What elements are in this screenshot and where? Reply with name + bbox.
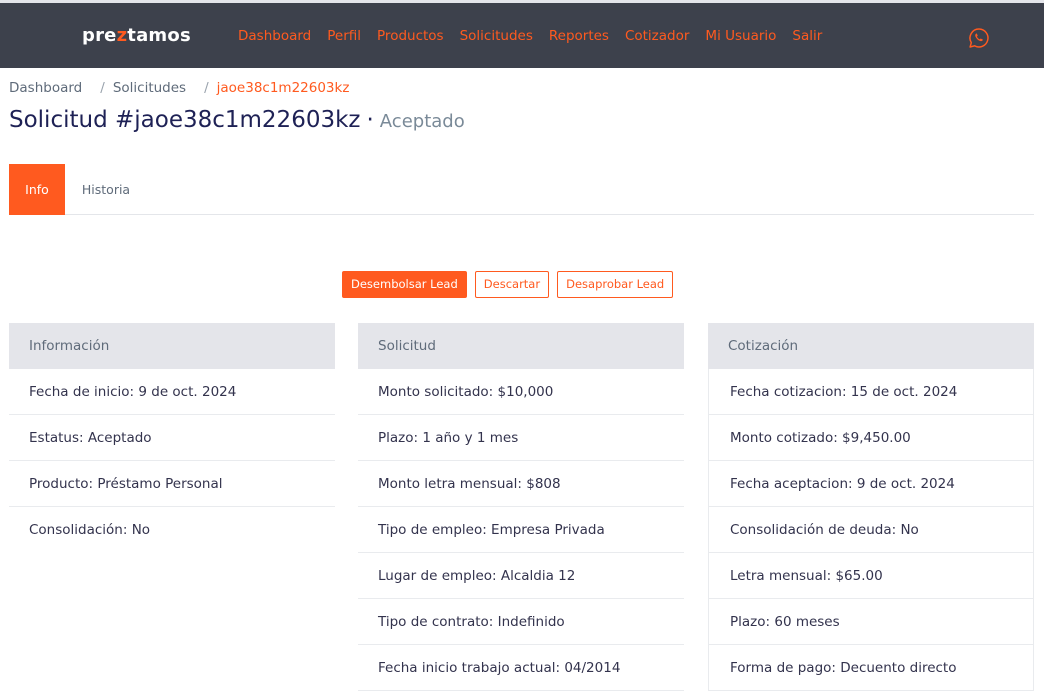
title-dot: · bbox=[366, 107, 374, 133]
card-title: Información bbox=[9, 323, 335, 369]
card-title: Cotización bbox=[708, 323, 1034, 369]
nav-productos[interactable]: Productos bbox=[369, 28, 452, 44]
request-card: Solicitud Monto solicitado: $10,000 Plaz… bbox=[358, 323, 684, 691]
breadcrumb-current: jaoe38c1m22603kz bbox=[216, 80, 350, 96]
disburse-lead-button[interactable]: Desembolsar Lead bbox=[342, 271, 467, 298]
breadcrumb-dashboard[interactable]: Dashboard bbox=[9, 80, 82, 96]
list-item: Fecha cotizacion: 15 de oct. 2024 bbox=[708, 369, 1034, 415]
list-item: Tipo de contrato: Indefinido bbox=[358, 599, 684, 645]
list-item: Consolidación de deuda: No bbox=[708, 507, 1034, 553]
breadcrumb-separator: / bbox=[100, 80, 105, 96]
status-label: Aceptado bbox=[379, 111, 465, 132]
list-item: Monto letra mensual: $808 bbox=[358, 461, 684, 507]
whatsapp-icon[interactable] bbox=[968, 27, 990, 49]
top-navbar: preztamos Dashboard Perfil Productos Sol… bbox=[0, 0, 1044, 68]
list-item: Estatus: Aceptado bbox=[9, 415, 335, 461]
page-title-text: Solicitud #jaoe38c1m22603kz bbox=[9, 107, 361, 133]
tab-historia[interactable]: Historia bbox=[73, 164, 139, 215]
logo[interactable]: preztamos bbox=[82, 25, 191, 46]
list-item: Monto solicitado: $10,000 bbox=[358, 369, 684, 415]
tab-bar: Info Historia bbox=[9, 164, 1034, 215]
list-item: Monto cotizado: $9,450.00 bbox=[708, 415, 1034, 461]
quote-card: Cotización Fecha cotizacion: 15 de oct. … bbox=[708, 323, 1034, 691]
list-item: Producto: Préstamo Personal bbox=[9, 461, 335, 507]
list-item: Plazo: 1 año y 1 mes bbox=[358, 415, 684, 461]
list-item: Fecha de inicio: 9 de oct. 2024 bbox=[9, 369, 335, 415]
main-nav: Dashboard Perfil Productos Solicitudes R… bbox=[230, 28, 830, 44]
nav-mi-usuario[interactable]: Mi Usuario bbox=[697, 28, 784, 44]
breadcrumb: Dashboard / Solicitudes / jaoe38c1m22603… bbox=[9, 80, 349, 96]
list-item: Lugar de empleo: Alcaldia 12 bbox=[358, 553, 684, 599]
list-item: Letra mensual: $65.00 bbox=[708, 553, 1034, 599]
breadcrumb-separator: / bbox=[204, 80, 209, 96]
disapprove-lead-button[interactable]: Desaprobar Lead bbox=[557, 271, 674, 298]
nav-solicitudes[interactable]: Solicitudes bbox=[452, 28, 541, 44]
info-card: Información Fecha de inicio: 9 de oct. 2… bbox=[9, 323, 335, 553]
tab-info[interactable]: Info bbox=[9, 164, 65, 215]
nav-salir[interactable]: Salir bbox=[784, 28, 830, 44]
nav-cotizador[interactable]: Cotizador bbox=[617, 28, 697, 44]
list-item: Plazo: 60 meses bbox=[708, 599, 1034, 645]
list-item: Fecha aceptacion: 9 de oct. 2024 bbox=[708, 461, 1034, 507]
discard-button[interactable]: Descartar bbox=[474, 271, 550, 298]
list-item: Forma de pago: Decuento directo bbox=[708, 645, 1034, 691]
action-buttons: Desembolsar Lead Descartar Desaprobar Le… bbox=[342, 271, 674, 298]
breadcrumb-solicitudes[interactable]: Solicitudes bbox=[113, 80, 186, 96]
nav-dashboard[interactable]: Dashboard bbox=[230, 28, 319, 44]
nav-reportes[interactable]: Reportes bbox=[541, 28, 617, 44]
list-item: Tipo de empleo: Empresa Privada bbox=[358, 507, 684, 553]
nav-perfil[interactable]: Perfil bbox=[319, 28, 369, 44]
card-title: Solicitud bbox=[358, 323, 684, 369]
list-item: Consolidación: No bbox=[29, 522, 151, 538]
page-title: Solicitud #jaoe38c1m22603kz · Aceptado bbox=[9, 107, 465, 133]
list-item: Fecha inicio trabajo actual: 04/2014 bbox=[358, 645, 684, 691]
